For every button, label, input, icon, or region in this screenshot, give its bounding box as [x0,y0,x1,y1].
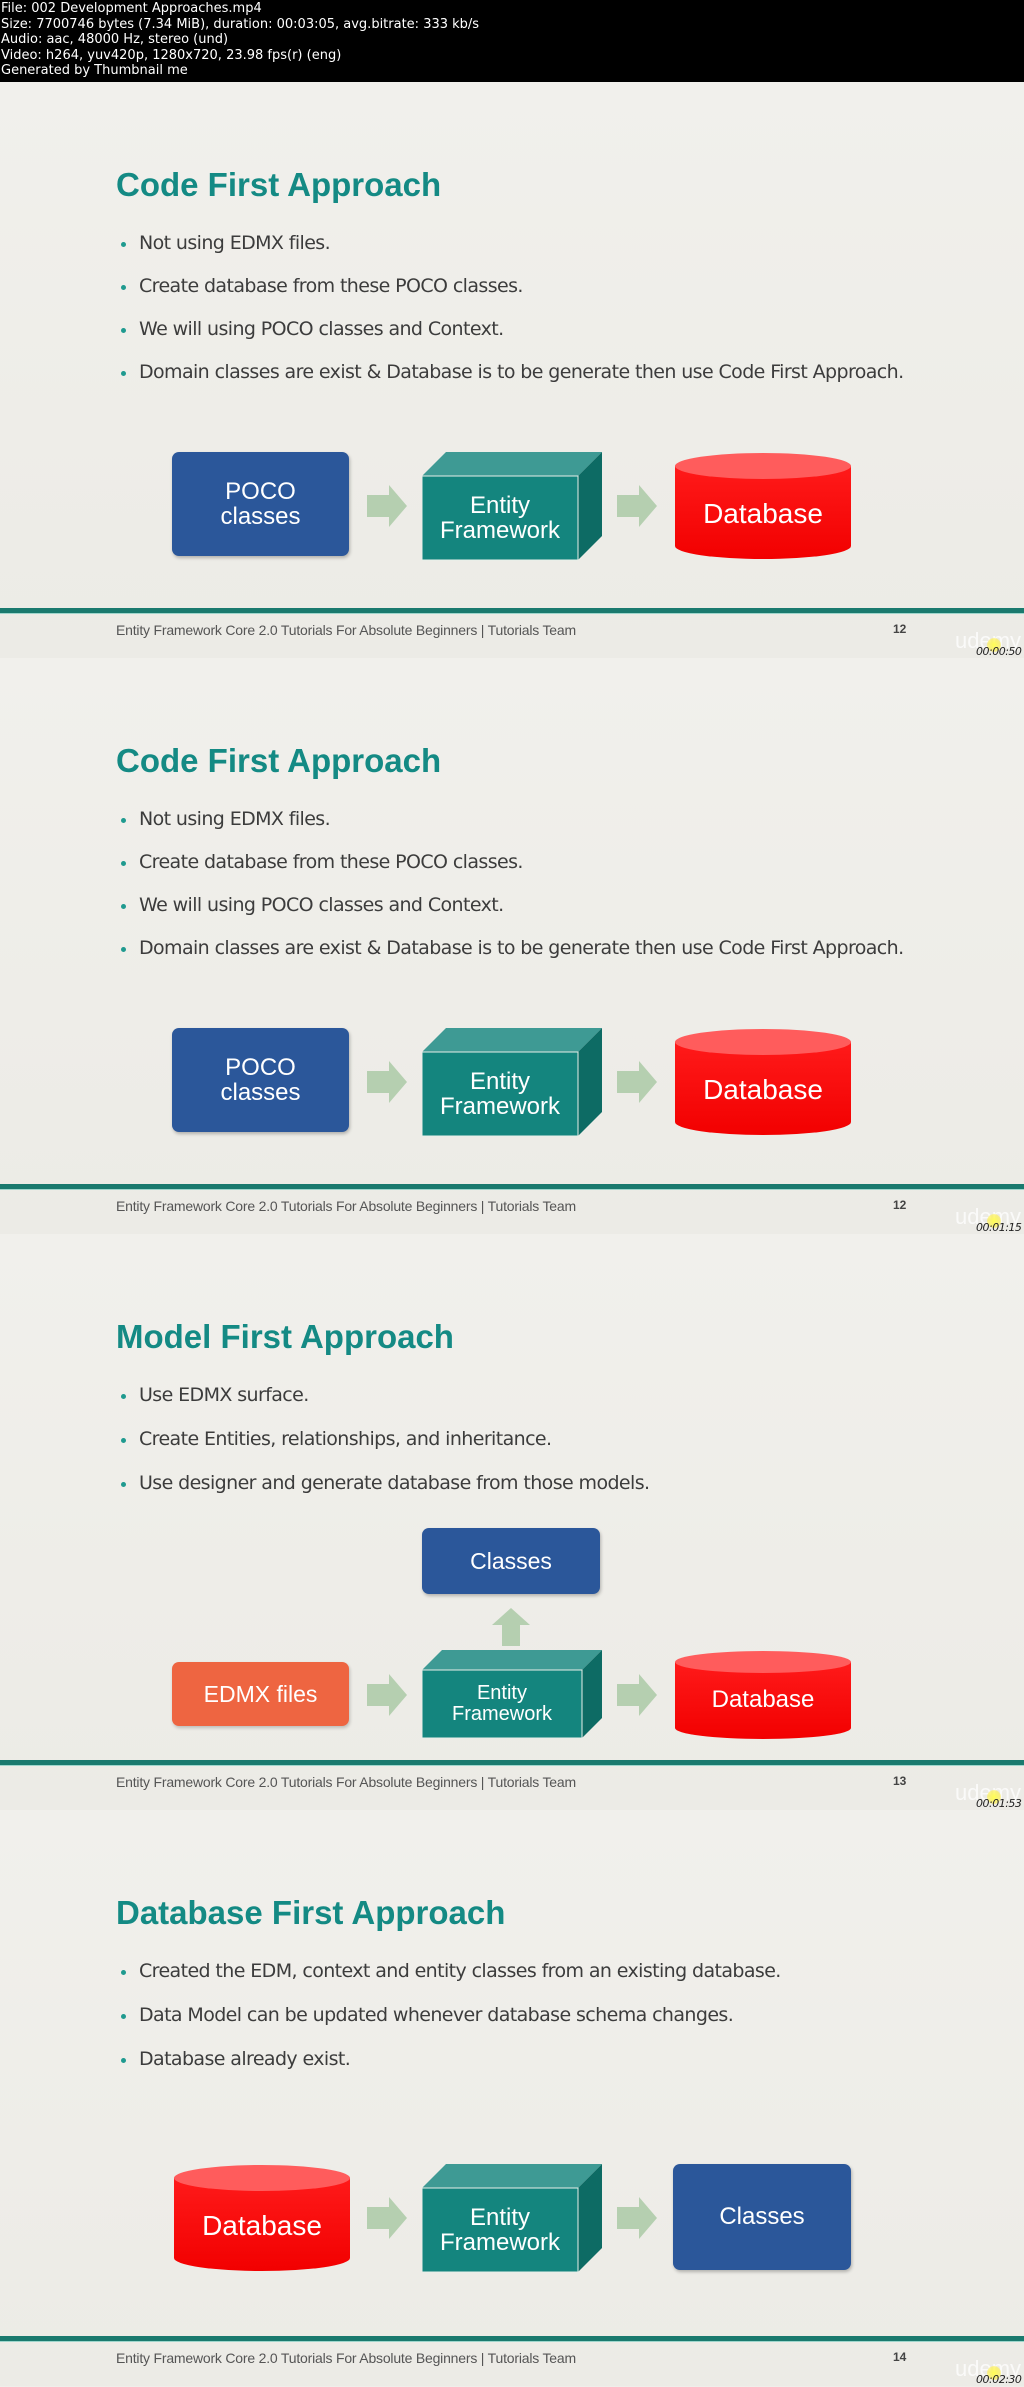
slide-title: Code First Approach [116,166,442,203]
slide-page-number: 12 [893,1198,907,1212]
bullet-item: Use designer and generate database from … [118,1472,650,1516]
bullet-dot-icon [121,861,126,866]
file-size-line: Size: 7700746 bytes (7.34 MiB), duration… [1,16,480,32]
footer-text: Entity Framework Core 2.0 Tutorials For … [116,2350,576,2366]
thumbnail-frame-3: Model First Approach Use EDMX surface. C… [0,1234,1024,1810]
footer-divider [0,1760,1024,1765]
generator-line: Generated by Thumbnail me [1,63,188,78]
classes-box: Classes [673,2164,851,2270]
bullet-dot-icon [121,2058,126,2063]
footer-text: Entity Framework Core 2.0 Tutorials For … [116,622,576,638]
bullet-dot-icon [121,947,126,952]
arrow-right-icon [367,1061,407,1103]
arrow-right-icon [367,2197,407,2239]
file-name-line: File: 002 Development Approaches.mp4 [1,1,262,16]
bullet-list: Not using EDMX files. Create database fr… [118,232,904,404]
timecode: 00:00:50 [976,645,1022,658]
bullet-list: Not using EDMX files. Create database fr… [118,808,904,980]
bullet-list: Created the EDM, context and entity clas… [118,1960,781,2092]
bullet-item: Data Model can be updated whenever datab… [118,2004,781,2048]
bullet-dot-icon [121,1438,126,1443]
bullet-dot-icon [121,2014,126,2019]
entity-framework-label: Entity Framework [439,491,560,544]
video-info-line: Video: h264, yuv420p, 1280x720, 23.98 fp… [1,47,342,63]
bullet-item: Database already exist. [118,2048,781,2092]
bullet-item: Domain classes are exist & Database is t… [118,937,904,980]
entity-framework-label: Entity Framework [439,1067,560,1120]
video-info-header: File: 002 Development Approaches.mp4 Siz… [0,0,1024,82]
bullet-item: Not using EDMX files. [118,232,904,275]
bullet-item: We will using POCO classes and Context. [118,318,904,361]
arrow-right-icon [617,485,657,527]
bullet-dot-icon [121,1394,126,1399]
entity-framework-label: Entity Framework [451,1682,552,1725]
bullet-item: Not using EDMX files. [118,808,904,851]
edmx-files-box: EDMX files [172,1662,349,1726]
bullet-dot-icon [121,328,126,333]
arrow-right-icon [367,1674,407,1716]
timecode: 00:01:53 [976,1797,1022,1810]
bullet-item: Created the EDM, context and entity clas… [118,1960,781,2004]
timecode: 00:01:15 [976,1221,1022,1234]
slide-title: Code First Approach [116,742,442,779]
bullet-dot-icon [121,371,126,376]
arrow-right-icon [617,2197,657,2239]
arrow-right-icon [617,1061,657,1103]
classes-box: Classes [422,1528,600,1594]
poco-classes-box: POCO classes [172,1028,349,1132]
arrow-right-icon [367,485,407,527]
entity-framework-label: Entity Framework [439,2203,560,2256]
arrow-right-icon [617,1674,657,1716]
slide-page-number: 14 [893,2350,907,2364]
bullet-dot-icon [121,1970,126,1975]
slide-page-number: 12 [893,622,907,636]
database-label: Database [703,1074,823,1105]
footer-text: Entity Framework Core 2.0 Tutorials For … [116,1198,576,1214]
slide-title: Model First Approach [116,1318,454,1355]
database-label: Database [703,498,823,529]
bullet-dot-icon [121,818,126,823]
bullet-item: Create database from these POCO classes. [118,275,904,318]
bullet-dot-icon [121,285,126,290]
footer-divider [0,2336,1024,2341]
database-label: Database [202,2210,322,2241]
footer-divider [0,1184,1024,1189]
footer-text: Entity Framework Core 2.0 Tutorials For … [116,1774,576,1790]
thumbnail-frame-4: Database First Approach Created the EDM,… [0,1810,1024,2386]
bullet-item: Create Entities, relationships, and inhe… [118,1428,649,1472]
thumbnail-frame-2: Code First Approach Not using EDMX files… [0,658,1024,1234]
bullet-list: Use EDMX surface. Create Entities, relat… [118,1384,650,1516]
timecode: 00:02:30 [976,2373,1022,2386]
thumbnail-frame-1: Code First Approach Not using EDMX files… [0,82,1024,658]
bullet-item: We will using POCO classes and Context. [118,894,904,937]
footer-divider [0,608,1024,613]
bullet-item: Use EDMX surface. [118,1384,649,1428]
arrow-up-icon [492,1608,530,1646]
database-label: Database [711,1686,815,1713]
bullet-dot-icon [121,242,126,247]
bullet-dot-icon [121,904,126,909]
bullet-item: Domain classes are exist & Database is t… [118,361,904,404]
bullet-dot-icon [121,1482,126,1487]
slide-title: Database First Approach [116,1894,506,1931]
slide-page-number: 13 [893,1774,907,1788]
bullet-item: Create database from these POCO classes. [118,851,904,894]
audio-info-line: Audio: aac, 48000 Hz, stereo (und) [1,32,229,47]
poco-classes-box: POCO classes [172,452,349,556]
